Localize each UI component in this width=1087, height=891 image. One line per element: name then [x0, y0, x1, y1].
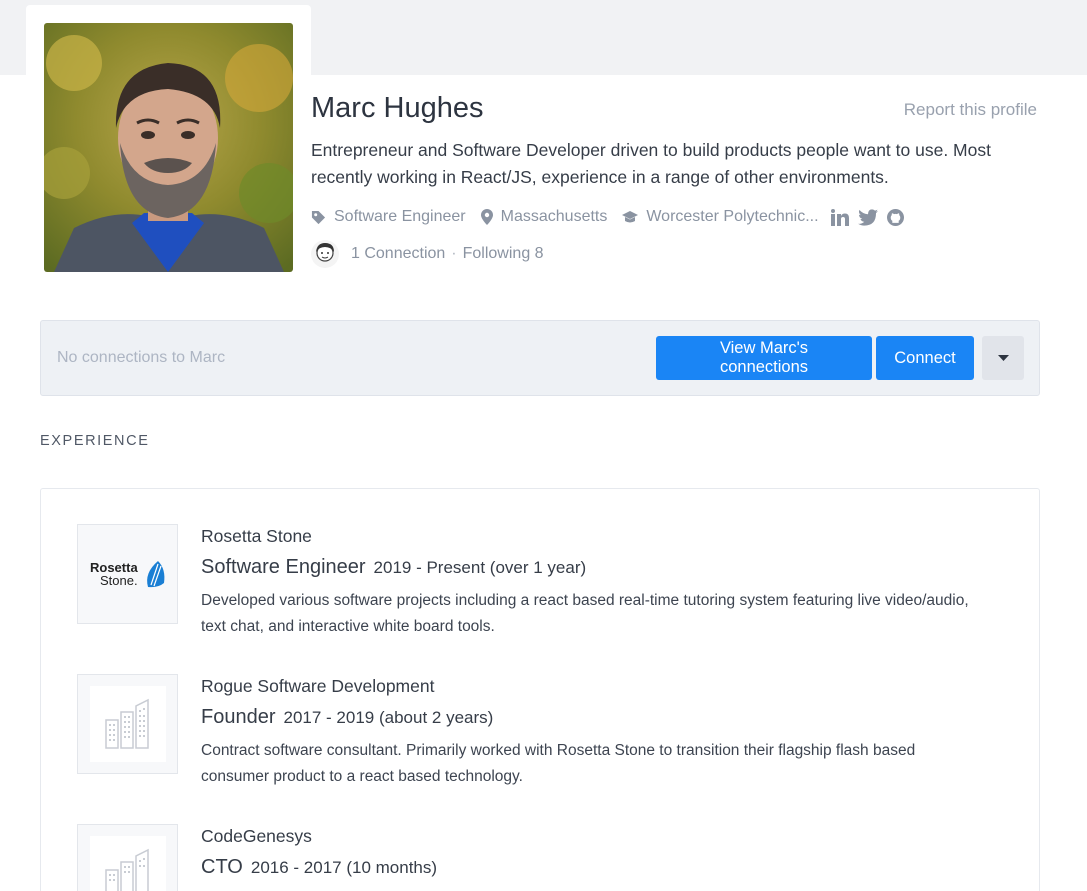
job-title-item[interactable]: Software Engineer — [311, 208, 466, 226]
tag-icon — [311, 210, 326, 224]
role-title: Founder — [201, 706, 276, 728]
company-name[interactable]: CodeGenesys — [201, 824, 971, 848]
school-item[interactable]: Worcester Polytechnic... — [622, 208, 819, 226]
building-placeholder-icon — [89, 686, 166, 762]
more-options-button[interactable] — [982, 336, 1024, 380]
following-link[interactable]: Following 8 — [463, 245, 544, 263]
connections-count-link[interactable]: 1 Connection — [351, 245, 445, 263]
role-line: CTO 2016 - 2017 (10 months) — [201, 854, 971, 882]
company-logo[interactable] — [77, 824, 178, 891]
role-dates: 2016 - 2017 (10 months) — [250, 858, 438, 877]
building-placeholder-icon — [89, 836, 166, 891]
caret-down-icon — [997, 354, 1009, 361]
profile-name: Marc Hughes — [311, 92, 484, 124]
experience-details: CodeGenesys CTO 2016 - 2017 (10 months) — [201, 824, 971, 888]
job-title: Software Engineer — [334, 208, 466, 225]
connect-button[interactable]: Connect — [876, 336, 974, 380]
company-logo[interactable] — [77, 674, 178, 774]
role-line: Founder 2017 - 2019 (about 2 years) — [201, 704, 971, 732]
role-title: CTO — [201, 856, 243, 878]
company-name[interactable]: Rosetta Stone — [201, 524, 971, 548]
role-description: Developed various software projects incl… — [201, 592, 969, 635]
separator-dot: · — [451, 245, 457, 262]
no-connections-text: No connections to Marc — [57, 349, 226, 366]
profile-meta: Software Engineer Massachusetts Worceste… — [311, 206, 913, 228]
github-icon[interactable] — [886, 208, 904, 226]
role-description: Contract software consultant. Primarily … — [201, 742, 916, 785]
twitter-icon[interactable] — [857, 208, 878, 226]
map-pin-icon — [480, 209, 493, 225]
report-profile-link[interactable]: Report this profile — [904, 100, 1037, 120]
role-dates: 2017 - 2019 (about 2 years) — [283, 708, 494, 727]
connection-avatar[interactable] — [311, 240, 339, 268]
logo-text-line2: Stone. — [100, 573, 138, 588]
school: Worcester Polytechnic... — [646, 208, 819, 225]
rosetta-stone-logo: Rosetta Stone. — [90, 560, 164, 588]
role-title: Software Engineer — [201, 556, 366, 578]
company-name[interactable]: Rogue Software Development — [201, 674, 971, 698]
experience-heading: EXPERIENCE — [40, 433, 150, 449]
social-links — [830, 208, 913, 226]
company-logo[interactable]: Rosetta Stone. — [77, 524, 178, 624]
connections-row: 1 Connection · Following 8 — [311, 240, 544, 268]
experience-details: Rogue Software Development Founder 2017 -… — [201, 674, 971, 790]
connections-panel: No connections to Marc View Marc's conne… — [40, 320, 1040, 396]
graduation-cap-icon — [622, 210, 639, 222]
location: Massachusetts — [500, 208, 608, 225]
view-connections-button[interactable]: View Marc's connections — [656, 336, 872, 380]
location-item[interactable]: Massachusetts — [480, 208, 608, 226]
linkedin-icon[interactable] — [830, 208, 849, 226]
role-dates: 2019 - Present (over 1 year) — [373, 558, 587, 577]
experience-details: Rosetta Stone Software Engineer 2019 - Pr… — [201, 524, 971, 640]
profile-bio: Entrepreneur and Software Developer driv… — [311, 140, 991, 187]
role-line: Software Engineer 2019 - Present (over 1 … — [201, 554, 971, 582]
experience-card: Rosetta Stone. Rosetta Stone Software En… — [40, 488, 1040, 891]
profile-photo — [44, 23, 293, 272]
